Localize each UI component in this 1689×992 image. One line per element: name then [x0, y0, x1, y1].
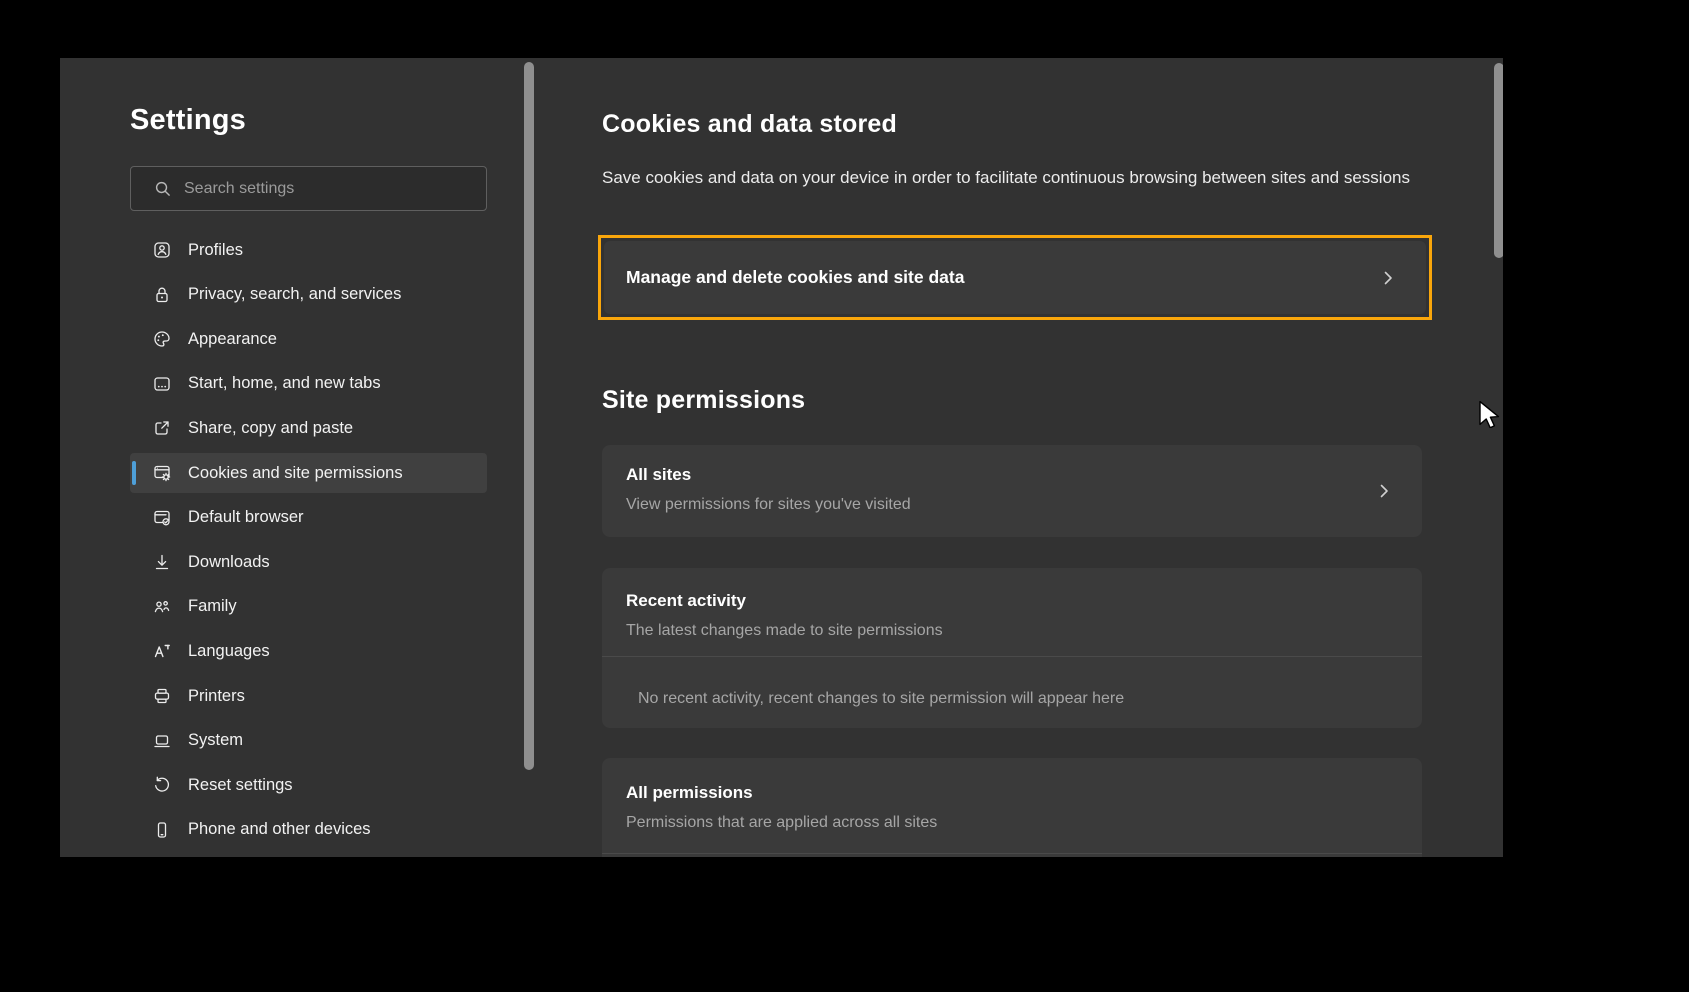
- recent-activity-title: Recent activity: [626, 591, 746, 611]
- all-permissions-subtitle: Permissions that are applied across all …: [626, 814, 937, 832]
- content-scrollbar[interactable]: [1494, 63, 1503, 258]
- cookies-description: Save cookies and data on your device in …: [602, 164, 1432, 192]
- recent-activity-card: Recent activity The latest changes made …: [602, 568, 1422, 728]
- page-title: Settings: [130, 104, 246, 137]
- browser-check-icon: [152, 508, 172, 528]
- palette-icon: [152, 329, 172, 349]
- manage-cookies-label: Manage and delete cookies and site data: [626, 267, 964, 288]
- sidebar-item-reset-settings[interactable]: Reset settings: [130, 765, 487, 805]
- sidebar-item-phone-other-devices[interactable]: Phone and other devices: [130, 810, 487, 850]
- sidebar-item-start-home-tabs[interactable]: Start, home, and new tabs: [130, 364, 487, 404]
- download-icon: [152, 552, 172, 572]
- printer-icon: [152, 686, 172, 706]
- sidebar-item-profiles[interactable]: Profiles: [130, 230, 487, 270]
- languages-icon: [152, 641, 172, 661]
- card-divider: [602, 656, 1422, 657]
- sidebar-item-label: Family: [188, 597, 237, 616]
- sidebar-item-label: Privacy, search, and services: [188, 285, 401, 304]
- sidebar-scrollbar[interactable]: [524, 62, 534, 770]
- sidebar-item-cookies-site-permissions[interactable]: Cookies and site permissions: [130, 453, 487, 493]
- lock-icon: [152, 285, 172, 305]
- section-heading-cookies: Cookies and data stored: [602, 110, 897, 139]
- sidebar-item-label: Start, home, and new tabs: [188, 374, 381, 393]
- section-heading-site-permissions: Site permissions: [602, 386, 805, 415]
- sidebar-item-label: Printers: [188, 687, 245, 706]
- sidebar-item-label: Share, copy and paste: [188, 419, 353, 438]
- all-sites-title: All sites: [626, 465, 691, 485]
- reset-icon: [152, 775, 172, 795]
- sidebar-item-label: Profiles: [188, 241, 243, 260]
- recent-activity-subtitle: The latest changes made to site permissi…: [626, 622, 943, 640]
- sidebar-item-printers[interactable]: Printers: [130, 676, 487, 716]
- sidebar-item-family[interactable]: Family: [130, 587, 487, 627]
- all-sites-row[interactable]: All sites View permissions for sites you…: [602, 445, 1422, 537]
- settings-window: Settings Profiles Privacy, search, and s…: [60, 58, 1503, 857]
- sidebar-item-share-copy-paste[interactable]: Share, copy and paste: [130, 408, 487, 448]
- selected-accent-bar: [132, 461, 136, 485]
- phone-icon: [152, 820, 172, 840]
- sidebar-item-label: System: [188, 731, 243, 750]
- search-icon: [153, 179, 172, 198]
- cookies-gear-icon: [152, 463, 172, 483]
- sidebar-item-label: Default browser: [188, 508, 304, 527]
- share-icon: [152, 418, 172, 438]
- profiles-icon: [152, 240, 172, 260]
- manage-cookies-highlight-outline: Manage and delete cookies and site data: [598, 235, 1432, 320]
- sidebar-item-appearance[interactable]: Appearance: [130, 319, 487, 359]
- search-settings-box[interactable]: [130, 166, 487, 211]
- all-sites-subtitle: View permissions for sites you've visite…: [626, 496, 911, 514]
- card-divider: [602, 853, 1422, 854]
- sidebar-item-privacy[interactable]: Privacy, search, and services: [130, 275, 487, 315]
- sidebar-item-default-browser[interactable]: Default browser: [130, 498, 487, 538]
- manage-cookies-row[interactable]: Manage and delete cookies and site data: [604, 241, 1426, 314]
- sidebar-item-label: Phone and other devices: [188, 820, 371, 839]
- search-input[interactable]: [182, 179, 486, 199]
- sidebar-item-languages[interactable]: Languages: [130, 631, 487, 671]
- chevron-right-icon: [1378, 268, 1398, 288]
- all-permissions-title: All permissions: [626, 783, 753, 803]
- sidebar-item-label: Appearance: [188, 330, 277, 349]
- all-permissions-card[interactable]: All permissions Permissions that are app…: [602, 758, 1422, 857]
- laptop-icon: [152, 731, 172, 751]
- window-tabs-icon: [152, 374, 172, 394]
- sidebar-item-label: Reset settings: [188, 776, 293, 795]
- sidebar-item-system[interactable]: System: [130, 721, 487, 761]
- family-icon: [152, 597, 172, 617]
- chevron-right-icon: [1374, 481, 1394, 501]
- sidebar-item-label: Languages: [188, 642, 270, 661]
- mouse-cursor-icon: [1478, 400, 1504, 433]
- sidebar-item-label: Downloads: [188, 553, 270, 572]
- sidebar-item-downloads[interactable]: Downloads: [130, 542, 487, 582]
- recent-activity-empty-message: No recent activity, recent changes to si…: [638, 690, 1124, 708]
- sidebar-item-label: Cookies and site permissions: [188, 464, 403, 483]
